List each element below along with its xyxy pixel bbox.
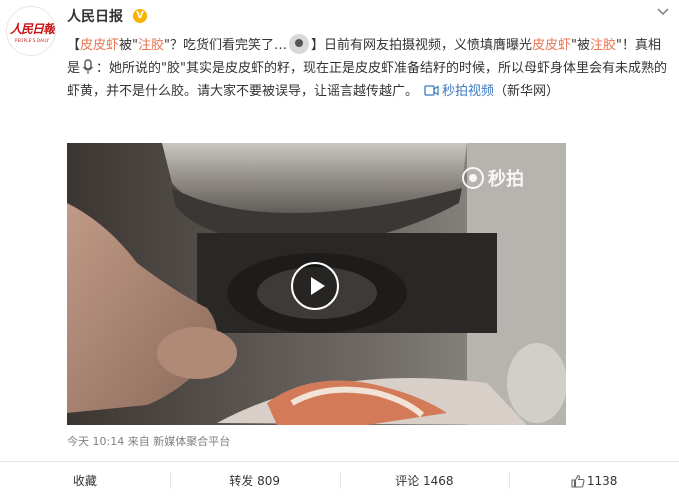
thumbs-up-icon xyxy=(571,474,585,488)
repost-label: 转发 809 xyxy=(229,474,280,488)
logo-subtext: PEOPLE'S DAILY xyxy=(14,38,50,43)
avatar[interactable]: 人民日報 PEOPLE'S DAILY xyxy=(6,6,56,56)
play-button[interactable] xyxy=(291,262,339,310)
text-bracket-open: 【 xyxy=(67,38,81,53)
post-source[interactable]: 新媒体聚合平台 xyxy=(153,435,230,448)
source-prefix: 来自 xyxy=(127,435,150,448)
chevron-down-icon[interactable] xyxy=(656,4,670,18)
video-watermark: 秒拍 xyxy=(462,165,524,191)
verified-badge-icon: V xyxy=(133,9,147,23)
text-segment: ：她所说的"胶"其实是皮皮虾的籽，现在正是皮皮虾准备结籽的时候，所以母虾身体里会… xyxy=(67,61,667,99)
miaopai-logo-icon xyxy=(462,167,484,189)
text-segment: （新华网） xyxy=(494,84,560,99)
post-meta: 今天 10:14 来自 新媒体聚合平台 xyxy=(67,433,230,449)
video-link[interactable]: 秒拍视频 xyxy=(442,84,494,99)
post-time[interactable]: 今天 10:14 xyxy=(67,435,124,448)
text-segment: "？吃货们看完笑了… xyxy=(164,38,288,53)
favorite-label: 收藏 xyxy=(72,474,97,488)
repost-button[interactable]: 转发 809 xyxy=(169,462,340,499)
topic-keyword[interactable]: 皮皮虾 xyxy=(532,38,571,53)
comment-label: 评论 1468 xyxy=(395,474,454,488)
text-segment: 被" xyxy=(119,38,139,53)
microphone-icon xyxy=(83,59,93,74)
emoji-icon xyxy=(289,34,310,54)
action-bar: 收藏 转发 809 评论 1468 1138 xyxy=(0,462,679,499)
logo-text: 人民日報 xyxy=(9,22,55,36)
comment-button[interactable]: 评论 1468 xyxy=(339,462,510,499)
topic-keyword[interactable]: 注胶 xyxy=(590,38,616,53)
text-segment: 】日前有网友拍摄视频，义愤填膺曝光 xyxy=(311,38,533,53)
video-player[interactable]: 秒拍 xyxy=(67,143,566,425)
like-button[interactable]: 1138 xyxy=(509,462,679,499)
watermark-text: 秒拍 xyxy=(488,169,524,190)
like-count: 1138 xyxy=(586,473,618,488)
topic-keyword[interactable]: 注胶 xyxy=(138,38,164,53)
video-icon xyxy=(424,85,439,96)
text-segment: "被 xyxy=(571,38,591,53)
topic-keyword[interactable]: 皮皮虾 xyxy=(80,38,119,53)
favorite-button[interactable]: 收藏 xyxy=(0,462,170,499)
account-name[interactable]: 人民日报 xyxy=(67,6,123,26)
post-text: 【皮皮虾被"注胶"？吃货们看完笑了… 】日前有网友拍摄视频，义愤填膺曝光皮皮虾"被… xyxy=(67,34,670,103)
